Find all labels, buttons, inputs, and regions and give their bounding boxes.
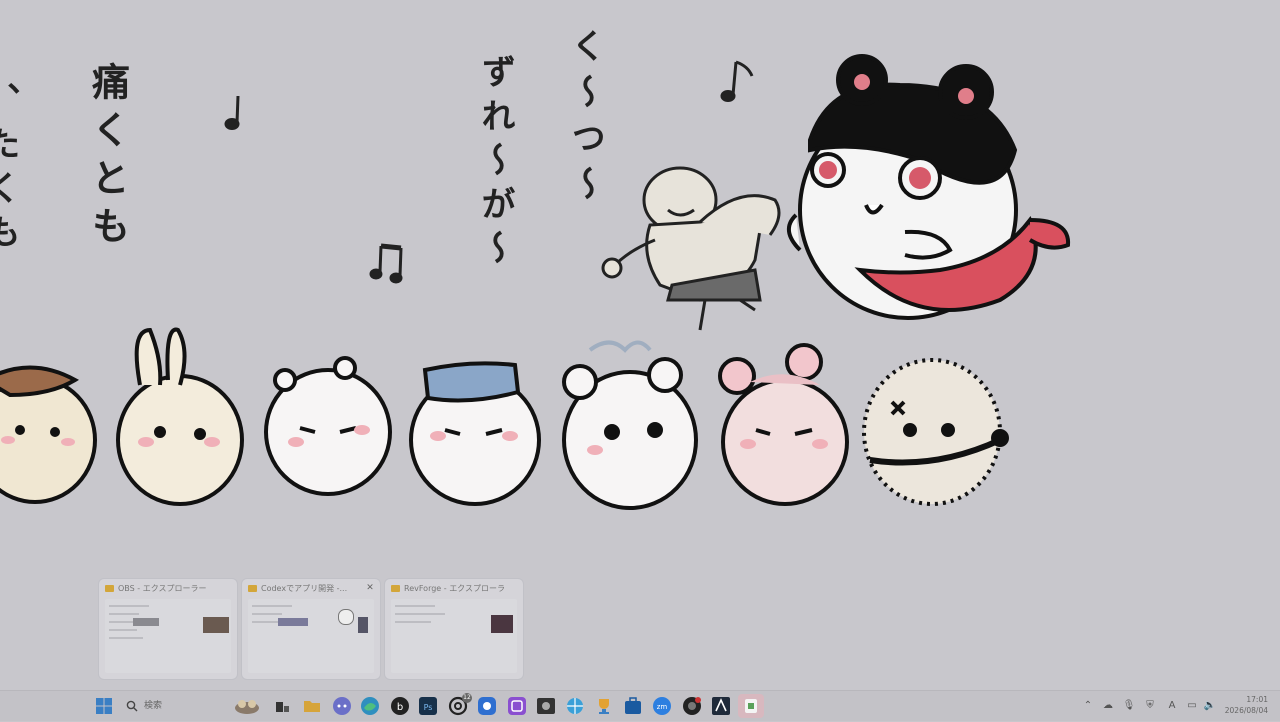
taskbar-app-a[interactable] [711, 696, 731, 716]
taskbar-app-zoom[interactable]: zm [652, 696, 672, 716]
globe-icon [567, 698, 583, 714]
taskbar-app-purple[interactable] [507, 696, 527, 716]
taskbar-app-dark[interactable] [536, 696, 556, 716]
svg-text:痛くとも: 痛くとも [86, 62, 131, 254]
folder-icon [391, 585, 400, 592]
svg-text:b: b [397, 702, 403, 713]
search-icon [126, 700, 138, 712]
taskbar: 検索 b Ps 12 zm ⌃ ☁ 🎙 ⛨ A ▭ 🔈 17:01 2026/0… [0, 690, 1280, 721]
app-icon [508, 697, 526, 715]
taskbar-app-store[interactable] [623, 696, 643, 716]
search-highlight-icon [235, 700, 259, 714]
app-icon [537, 698, 555, 714]
start-button[interactable] [94, 696, 114, 716]
thumbnail-preview [105, 599, 231, 673]
thumbnail-preview [391, 599, 517, 673]
search-box[interactable]: 検索 [118, 695, 259, 717]
svg-text:zm: zm [657, 703, 668, 711]
close-icon[interactable]: ✕ [364, 582, 376, 594]
browser-icon [478, 697, 496, 715]
taskbar-app-trophy[interactable] [594, 696, 614, 716]
taskbar-app-globe[interactable] [565, 696, 585, 716]
taskbar-app-obs[interactable] [682, 696, 702, 716]
svg-text:、たくも: 、たくも [0, 82, 20, 258]
taskbar-app-edge[interactable] [360, 696, 380, 716]
obs-icon [683, 697, 701, 715]
wallpaper-text-center-2: ずれ〜が〜 [475, 54, 515, 274]
trophy-icon [599, 699, 609, 714]
display-icon[interactable]: ▭ [1185, 699, 1199, 713]
taskbar-app-discord[interactable] [332, 696, 352, 716]
window-thumbnail-codex[interactable]: Codexでアプリ開発 -... ✕ [241, 578, 381, 680]
photoshop-icon: Ps [419, 697, 437, 715]
shield-icon[interactable]: ⛨ [1143, 699, 1157, 713]
thumbnail-title: RevForge - エクスプローラー [391, 582, 505, 596]
svg-text:ずれ〜が〜: ずれ〜が〜 [475, 54, 515, 274]
notification-badge: 12 [462, 693, 472, 703]
volume-icon[interactable]: 🔈 [1203, 699, 1217, 713]
app-icon [745, 699, 757, 713]
svg-text:Ps: Ps [424, 703, 433, 712]
folder-icon [248, 585, 257, 592]
clock-time: 17:01 [1246, 695, 1268, 704]
task-view-icon [276, 702, 289, 712]
taskbar-app-chatgpt[interactable]: 12 [448, 693, 472, 716]
search-placeholder: 検索 [144, 701, 163, 711]
app-icon: b [391, 697, 409, 715]
folder-icon [105, 585, 114, 592]
thumbnail-title: OBS - エクスプローラー [105, 582, 219, 596]
zoom-icon: zm [653, 697, 671, 715]
windows-logo-icon [96, 698, 112, 714]
thumbnail-title: Codexでアプリ開発 -... [248, 582, 362, 596]
chevron-up-icon[interactable]: ⌃ [1081, 699, 1095, 713]
taskbar-app-active[interactable] [738, 694, 764, 718]
window-thumbnail-revforge[interactable]: RevForge - エクスプローラー [384, 578, 524, 680]
window-thumbnail-obs[interactable]: OBS - エクスプローラー [98, 578, 238, 680]
discord-icon [333, 697, 351, 715]
folder-icon [304, 701, 320, 712]
taskbar-preview-group: OBS - エクスプローラー Codexでアプリ開発 -... ✕ RevFor… [98, 578, 526, 682]
cloud-icon[interactable]: ☁ [1101, 699, 1115, 713]
system-clock[interactable]: 17:01 2026/08/04 [1225, 694, 1268, 716]
svg-text:く〜つ〜: く〜つ〜 [565, 28, 605, 212]
taskbar-app-photoshop[interactable]: Ps [418, 696, 438, 716]
task-view-button[interactable] [272, 696, 292, 716]
taskbar-app-ublock[interactable]: b [390, 696, 410, 716]
thumbnail-preview [248, 599, 374, 673]
taskbar-app-explorer[interactable] [302, 696, 322, 716]
edge-browser-icon [361, 697, 379, 715]
wallpaper-text-center-1: く〜つ〜 [565, 28, 605, 212]
taskbar-app-browser[interactable] [477, 696, 497, 716]
store-icon [625, 697, 641, 714]
app-icon [712, 697, 730, 715]
wallpaper-text-left: 痛くとも [86, 62, 131, 254]
ime-indicator-icon[interactable]: A [1165, 699, 1179, 713]
microphone-icon[interactable]: 🎙 [1122, 699, 1136, 713]
wallpaper-text-far-left: 、たくも [0, 82, 20, 258]
clock-date: 2026/08/04 [1224, 706, 1268, 715]
